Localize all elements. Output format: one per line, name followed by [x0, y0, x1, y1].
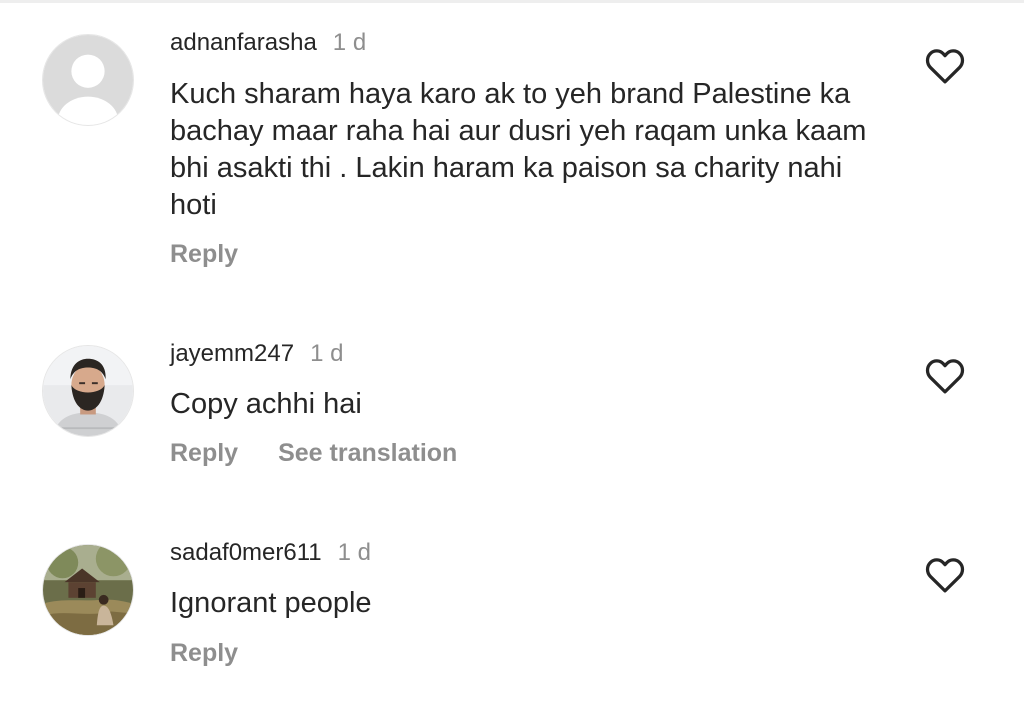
username[interactable]: adnanfarasha [170, 29, 317, 56]
comment-text: Copy achhi hai [170, 388, 362, 420]
comment-actions: Reply See translation [170, 438, 457, 468]
timestamp: 1 d [332, 29, 367, 56]
profile-photo[interactable] [42, 345, 134, 437]
username[interactable]: sadaf0mer611 [170, 539, 322, 566]
comment-header: adnanfarasha 1 d [170, 28, 366, 58]
heart-outline-icon[interactable] [924, 556, 966, 594]
timestamp: 1 d [310, 340, 344, 367]
comment-header: sadaf0mer611 1 d [170, 538, 371, 568]
timestamp: 1 d [337, 539, 372, 566]
comment-text: Ignorant people [170, 587, 372, 619]
reply-button[interactable]: Reply [170, 639, 238, 667]
heart-outline-icon[interactable] [924, 357, 966, 395]
profile-photo[interactable] [42, 544, 134, 636]
reply-button[interactable]: Reply [170, 439, 238, 467]
reply-button[interactable]: Reply [170, 240, 238, 268]
username[interactable]: jayemm247 [170, 340, 294, 367]
top-divider [0, 0, 1024, 3]
heart-outline-icon[interactable] [924, 47, 966, 85]
default-avatar-icon[interactable] [42, 34, 134, 126]
comment-actions: Reply [170, 239, 238, 269]
comment-header: jayemm247 1 d [170, 339, 343, 369]
see-translation-button[interactable]: See translation [278, 439, 457, 467]
comment-text: Kuch sharam haya karo ak to yeh brand Pa… [170, 78, 867, 221]
comment-actions: Reply [170, 638, 238, 668]
